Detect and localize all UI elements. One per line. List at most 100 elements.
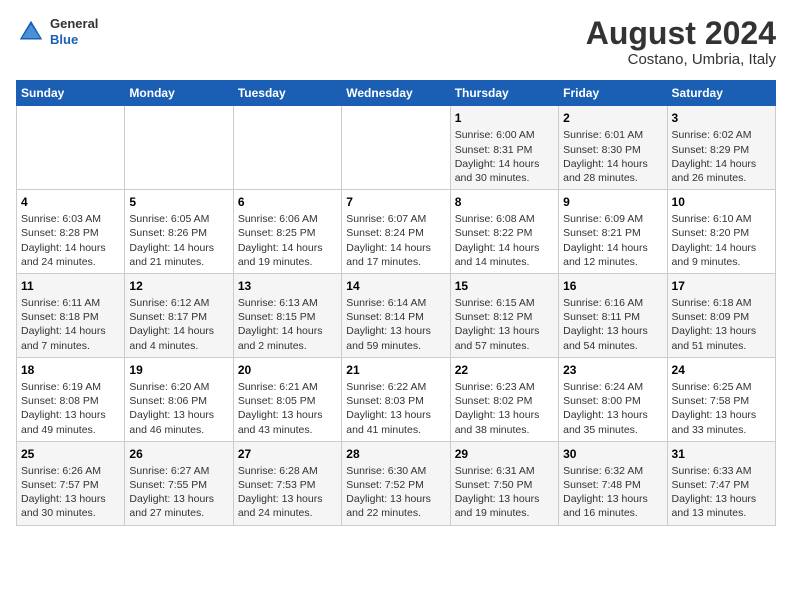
day-number: 11 bbox=[21, 278, 120, 294]
day-info: Sunrise: 6:01 AMSunset: 8:30 PMDaylight:… bbox=[563, 128, 662, 185]
logo: General Blue bbox=[16, 16, 98, 47]
page-title: August 2024 bbox=[586, 16, 776, 51]
day-number: 20 bbox=[238, 362, 337, 378]
day-number: 4 bbox=[21, 194, 120, 210]
day-number: 6 bbox=[238, 194, 337, 210]
page-header: General Blue August 2024 Costano, Umbria… bbox=[16, 16, 776, 68]
day-info: Sunrise: 6:22 AMSunset: 8:03 PMDaylight:… bbox=[346, 380, 445, 437]
day-number: 29 bbox=[455, 446, 554, 462]
day-cell: 1Sunrise: 6:00 AMSunset: 8:31 PMDaylight… bbox=[450, 106, 558, 190]
day-cell: 19 Sunrise: 6:20 AMSunset: 8:06 PMDayligh… bbox=[125, 357, 233, 441]
day-info: Sunrise: 6:09 AMSunset: 8:21 PMDaylight:… bbox=[563, 212, 662, 269]
logo-general: General bbox=[50, 16, 98, 32]
day-cell bbox=[342, 106, 450, 190]
day-number: 24 bbox=[672, 362, 771, 378]
day-number: 2 bbox=[563, 110, 662, 126]
day-cell: 6 Sunrise: 6:06 AMSunset: 8:25 PMDaylight… bbox=[233, 190, 341, 274]
day-number: 10 bbox=[672, 194, 771, 210]
day-cell: 30Sunrise: 6:32 AMSunset: 7:48 PMDayligh… bbox=[559, 441, 667, 525]
day-number: 17 bbox=[672, 278, 771, 294]
day-info: Sunrise: 6:16 AMSunset: 8:11 PMDaylight:… bbox=[563, 296, 662, 353]
day-header-saturday: Saturday bbox=[667, 81, 775, 106]
day-number: 28 bbox=[346, 446, 445, 462]
day-cell: 31 Sunrise: 6:33 AMSunset: 7:47 PMDayligh… bbox=[667, 441, 775, 525]
day-number: 25 bbox=[21, 446, 120, 462]
day-header-monday: Monday bbox=[125, 81, 233, 106]
day-cell: 10 Sunrise: 6:10 AMSunset: 8:20 PMDayligh… bbox=[667, 190, 775, 274]
week-row-3: 18Sunrise: 6:19 AMSunset: 8:08 PMDayligh… bbox=[17, 357, 776, 441]
day-number: 3 bbox=[672, 110, 771, 126]
day-cell bbox=[125, 106, 233, 190]
day-number: 8 bbox=[455, 194, 554, 210]
day-info: Sunrise: 6:18 AMSunset: 8:09 PMDaylight:… bbox=[672, 296, 771, 353]
day-number: 15 bbox=[455, 278, 554, 294]
day-cell: 2 Sunrise: 6:01 AMSunset: 8:30 PMDaylight… bbox=[559, 106, 667, 190]
calendar-body: 1Sunrise: 6:00 AMSunset: 8:31 PMDaylight… bbox=[17, 106, 776, 525]
day-info: Sunrise: 6:05 AMSunset: 8:26 PMDaylight:… bbox=[129, 212, 228, 269]
calendar-header: SundayMondayTuesdayWednesdayThursdayFrid… bbox=[17, 81, 776, 106]
day-number: 13 bbox=[238, 278, 337, 294]
day-info: Sunrise: 6:08 AMSunset: 8:22 PMDaylight:… bbox=[455, 212, 554, 269]
day-info: Sunrise: 6:06 AMSunset: 8:25 PMDaylight:… bbox=[238, 212, 337, 269]
day-cell: 28 Sunrise: 6:30 AMSunset: 7:52 PMDayligh… bbox=[342, 441, 450, 525]
day-info: Sunrise: 6:15 AMSunset: 8:12 PMDaylight:… bbox=[455, 296, 554, 353]
day-number: 14 bbox=[346, 278, 445, 294]
day-cell: 29 Sunrise: 6:31 AMSunset: 7:50 PMDayligh… bbox=[450, 441, 558, 525]
day-number: 9 bbox=[563, 194, 662, 210]
day-info: Sunrise: 6:12 AMSunset: 8:17 PMDaylight:… bbox=[129, 296, 228, 353]
day-number: 12 bbox=[129, 278, 228, 294]
day-info: Sunrise: 6:07 AMSunset: 8:24 PMDaylight:… bbox=[346, 212, 445, 269]
day-number: 16 bbox=[563, 278, 662, 294]
day-number: 22 bbox=[455, 362, 554, 378]
week-row-1: 4Sunrise: 6:03 AMSunset: 8:28 PMDaylight… bbox=[17, 190, 776, 274]
calendar-table: SundayMondayTuesdayWednesdayThursdayFrid… bbox=[16, 80, 776, 525]
day-cell: 21 Sunrise: 6:22 AMSunset: 8:03 PMDayligh… bbox=[342, 357, 450, 441]
day-cell: 11 Sunrise: 6:11 AMSunset: 8:18 PMDayligh… bbox=[17, 273, 125, 357]
day-number: 18 bbox=[21, 362, 120, 378]
day-info: Sunrise: 6:30 AMSunset: 7:52 PMDaylight:… bbox=[346, 464, 445, 521]
day-header-friday: Friday bbox=[559, 81, 667, 106]
day-cell: 9 Sunrise: 6:09 AMSunset: 8:21 PMDaylight… bbox=[559, 190, 667, 274]
day-number: 31 bbox=[672, 446, 771, 462]
day-cell: 26 Sunrise: 6:27 AMSunset: 7:55 PMDayligh… bbox=[125, 441, 233, 525]
day-cell: 14Sunrise: 6:14 AMSunset: 8:14 PMDayligh… bbox=[342, 273, 450, 357]
day-cell: 3Sunrise: 6:02 AMSunset: 8:29 PMDaylight… bbox=[667, 106, 775, 190]
day-cell: 18Sunrise: 6:19 AMSunset: 8:08 PMDayligh… bbox=[17, 357, 125, 441]
day-number: 7 bbox=[346, 194, 445, 210]
day-cell: 22Sunrise: 6:23 AMSunset: 8:02 PMDayligh… bbox=[450, 357, 558, 441]
day-info: Sunrise: 6:28 AMSunset: 7:53 PMDaylight:… bbox=[238, 464, 337, 521]
day-info: Sunrise: 6:27 AMSunset: 7:55 PMDaylight:… bbox=[129, 464, 228, 521]
logo-text: General Blue bbox=[50, 16, 98, 47]
day-header-thursday: Thursday bbox=[450, 81, 558, 106]
day-cell bbox=[17, 106, 125, 190]
day-cell: 23Sunrise: 6:24 AMSunset: 8:00 PMDayligh… bbox=[559, 357, 667, 441]
week-row-4: 25Sunrise: 6:26 AMSunset: 7:57 PMDayligh… bbox=[17, 441, 776, 525]
day-cell: 7 Sunrise: 6:07 AMSunset: 8:24 PMDaylight… bbox=[342, 190, 450, 274]
day-info: Sunrise: 6:11 AMSunset: 8:18 PMDaylight:… bbox=[21, 296, 120, 353]
day-cell: 25Sunrise: 6:26 AMSunset: 7:57 PMDayligh… bbox=[17, 441, 125, 525]
day-header-tuesday: Tuesday bbox=[233, 81, 341, 106]
day-cell: 16 Sunrise: 6:16 AMSunset: 8:11 PMDayligh… bbox=[559, 273, 667, 357]
day-info: Sunrise: 6:33 AMSunset: 7:47 PMDaylight:… bbox=[672, 464, 771, 521]
day-cell: 24Sunrise: 6:25 AMSunset: 7:58 PMDayligh… bbox=[667, 357, 775, 441]
day-number: 26 bbox=[129, 446, 228, 462]
day-info: Sunrise: 6:20 AMSunset: 8:06 PMDaylight:… bbox=[129, 380, 228, 437]
day-info: Sunrise: 6:32 AMSunset: 7:48 PMDaylight:… bbox=[563, 464, 662, 521]
day-number: 21 bbox=[346, 362, 445, 378]
logo-icon bbox=[16, 17, 46, 47]
day-header-sunday: Sunday bbox=[17, 81, 125, 106]
day-number: 5 bbox=[129, 194, 228, 210]
day-number: 1 bbox=[455, 110, 554, 126]
day-cell: 12 Sunrise: 6:12 AMSunset: 8:17 PMDayligh… bbox=[125, 273, 233, 357]
day-cell bbox=[233, 106, 341, 190]
day-info: Sunrise: 6:10 AMSunset: 8:20 PMDaylight:… bbox=[672, 212, 771, 269]
day-cell: 4Sunrise: 6:03 AMSunset: 8:28 PMDaylight… bbox=[17, 190, 125, 274]
day-cell: 20Sunrise: 6:21 AMSunset: 8:05 PMDayligh… bbox=[233, 357, 341, 441]
day-info: Sunrise: 6:31 AMSunset: 7:50 PMDaylight:… bbox=[455, 464, 554, 521]
page-subtitle: Costano, Umbria, Italy bbox=[586, 51, 776, 68]
day-cell: 5 Sunrise: 6:05 AMSunset: 8:26 PMDaylight… bbox=[125, 190, 233, 274]
day-cell: 27Sunrise: 6:28 AMSunset: 7:53 PMDayligh… bbox=[233, 441, 341, 525]
day-info: Sunrise: 6:24 AMSunset: 8:00 PMDaylight:… bbox=[563, 380, 662, 437]
day-cell: 8 Sunrise: 6:08 AMSunset: 8:22 PMDaylight… bbox=[450, 190, 558, 274]
day-number: 19 bbox=[129, 362, 228, 378]
